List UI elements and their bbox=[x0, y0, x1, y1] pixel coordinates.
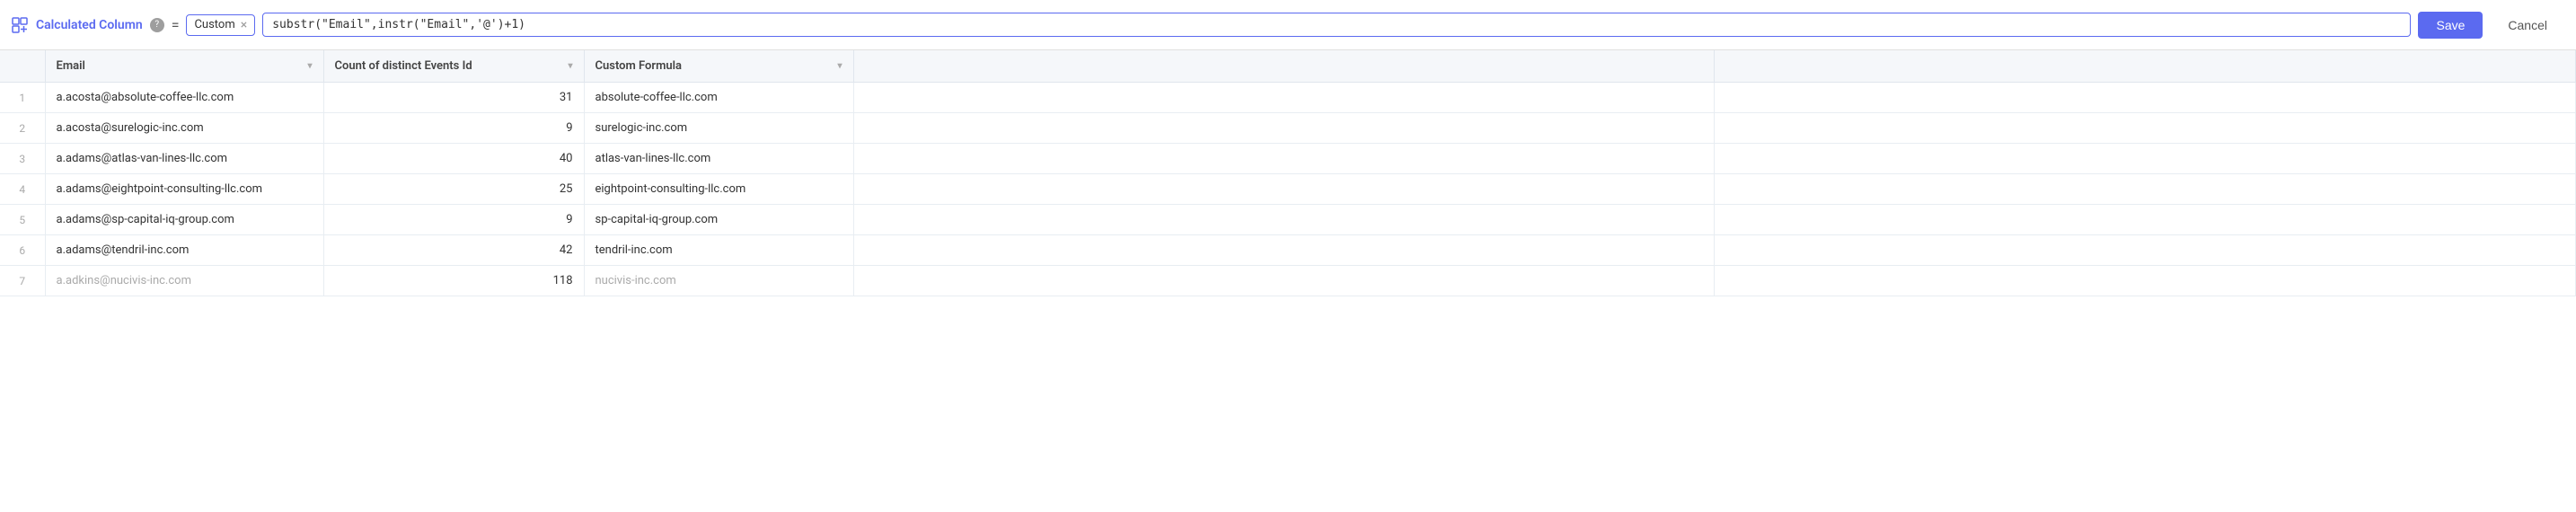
cell-extra2 bbox=[1715, 144, 2576, 174]
cell-count: 9 bbox=[323, 113, 584, 144]
cell-count: 25 bbox=[323, 174, 584, 205]
row-number: 6 bbox=[0, 235, 45, 266]
custom-tag[interactable]: Custom × bbox=[186, 14, 255, 36]
cell-extra1 bbox=[853, 144, 1715, 174]
col-label-count: Count of distinct Events Id bbox=[335, 59, 472, 73]
cell-count: 118 bbox=[323, 266, 584, 296]
table-row: 1 a.acosta@absolute-coffee-llc.com 31 ab… bbox=[0, 83, 2576, 113]
col-header-custom[interactable]: Custom Formula ▾ bbox=[584, 50, 853, 83]
cell-count: 31 bbox=[323, 83, 584, 113]
row-number: 3 bbox=[0, 144, 45, 174]
cell-custom: absolute-coffee-llc.com bbox=[584, 83, 853, 113]
sort-icon-custom[interactable]: ▾ bbox=[837, 61, 842, 71]
cell-custom: tendril-inc.com bbox=[584, 235, 853, 266]
cancel-button[interactable]: Cancel bbox=[2490, 12, 2565, 39]
sort-icon-count[interactable]: ▾ bbox=[568, 61, 572, 71]
cell-extra2 bbox=[1715, 174, 2576, 205]
cell-extra2 bbox=[1715, 266, 2576, 296]
col-header-rownum bbox=[0, 50, 45, 83]
cell-extra2 bbox=[1715, 113, 2576, 144]
calculated-column-icon bbox=[11, 16, 29, 34]
table-body: 1 a.acosta@absolute-coffee-llc.com 31 ab… bbox=[0, 83, 2576, 296]
col-header-extra2 bbox=[1715, 50, 2576, 83]
close-icon[interactable]: × bbox=[241, 18, 247, 32]
cell-extra1 bbox=[853, 235, 1715, 266]
cell-count: 40 bbox=[323, 144, 584, 174]
cell-extra1 bbox=[853, 113, 1715, 144]
col-header-count[interactable]: Count of distinct Events Id ▾ bbox=[323, 50, 584, 83]
row-number: 2 bbox=[0, 113, 45, 144]
cell-email: a.acosta@surelogic-inc.com bbox=[45, 113, 323, 144]
row-number: 7 bbox=[0, 266, 45, 296]
table-row: 3 a.adams@atlas-van-lines-llc.com 40 atl… bbox=[0, 144, 2576, 174]
help-icon[interactable]: ? bbox=[150, 18, 164, 32]
cell-extra1 bbox=[853, 266, 1715, 296]
calculated-column-label: Calculated Column bbox=[36, 18, 143, 32]
cell-extra2 bbox=[1715, 205, 2576, 235]
cell-email: a.acosta@absolute-coffee-llc.com bbox=[45, 83, 323, 113]
data-table-container: Email ▾ Count of distinct Events Id ▾ Cu… bbox=[0, 50, 2576, 296]
cell-custom: eightpoint-consulting-llc.com bbox=[584, 174, 853, 205]
cell-email: a.adams@tendril-inc.com bbox=[45, 235, 323, 266]
sort-icon-email[interactable]: ▾ bbox=[307, 61, 312, 71]
cell-count: 42 bbox=[323, 235, 584, 266]
cell-email: a.adams@atlas-van-lines-llc.com bbox=[45, 144, 323, 174]
custom-tag-label: Custom bbox=[194, 18, 234, 31]
col-header-email[interactable]: Email ▾ bbox=[45, 50, 323, 83]
cell-custom: nucivis-inc.com bbox=[584, 266, 853, 296]
table-row: 7 a.adkins@nucivis-inc.com 118 nucivis-i… bbox=[0, 266, 2576, 296]
formula-input-wrapper[interactable] bbox=[262, 13, 2411, 37]
cell-email: a.adams@sp-capital-iq-group.com bbox=[45, 205, 323, 235]
col-header-extra1 bbox=[853, 50, 1715, 83]
table-row: 5 a.adams@sp-capital-iq-group.com 9 sp-c… bbox=[0, 205, 2576, 235]
equals-sign: = bbox=[172, 16, 180, 33]
cell-custom: sp-capital-iq-group.com bbox=[584, 205, 853, 235]
cell-extra1 bbox=[853, 174, 1715, 205]
cell-email: a.adams@eightpoint-consulting-llc.com bbox=[45, 174, 323, 205]
col-label-custom: Custom Formula bbox=[595, 59, 682, 73]
table-header-row: Email ▾ Count of distinct Events Id ▾ Cu… bbox=[0, 50, 2576, 83]
save-button[interactable]: Save bbox=[2418, 12, 2483, 39]
cell-custom: surelogic-inc.com bbox=[584, 113, 853, 144]
cell-extra2 bbox=[1715, 83, 2576, 113]
table-row: 2 a.acosta@surelogic-inc.com 9 surelogic… bbox=[0, 113, 2576, 144]
row-number: 1 bbox=[0, 83, 45, 113]
row-number: 4 bbox=[0, 174, 45, 205]
cell-custom: atlas-van-lines-llc.com bbox=[584, 144, 853, 174]
cell-email: a.adkins@nucivis-inc.com bbox=[45, 266, 323, 296]
cell-extra1 bbox=[853, 205, 1715, 235]
data-table: Email ▾ Count of distinct Events Id ▾ Cu… bbox=[0, 50, 2576, 296]
cell-extra2 bbox=[1715, 235, 2576, 266]
table-row: 6 a.adams@tendril-inc.com 42 tendril-inc… bbox=[0, 235, 2576, 266]
col-label-email: Email bbox=[57, 59, 85, 73]
table-row: 4 a.adams@eightpoint-consulting-llc.com … bbox=[0, 174, 2576, 205]
formula-input[interactable] bbox=[272, 18, 2401, 31]
toolbar: Calculated Column ? = Custom × Save Canc… bbox=[0, 0, 2576, 50]
cell-count: 9 bbox=[323, 205, 584, 235]
row-number: 5 bbox=[0, 205, 45, 235]
cell-extra1 bbox=[853, 83, 1715, 113]
